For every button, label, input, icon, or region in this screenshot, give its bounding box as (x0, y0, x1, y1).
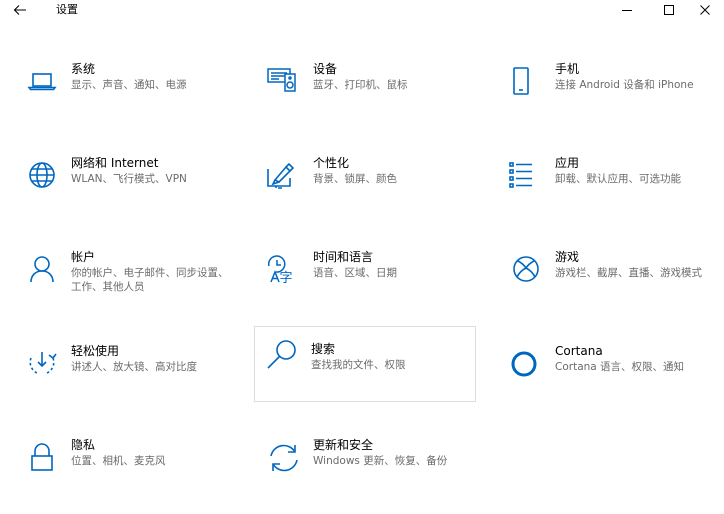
tile-description: 显示、声音、通知、电源 (71, 79, 187, 91)
tile-title: 更新和安全 (313, 438, 374, 452)
tile-description: 背景、锁屏、颜色 (313, 173, 397, 185)
tile-title: 游戏 (555, 250, 580, 264)
phone-icon (506, 66, 546, 106)
settings-window: 设置 系统 显示、声音、通知、电源 设备 蓝牙、打印机、鼠标 手机 连接 And… (0, 0, 724, 514)
lock-icon (22, 442, 62, 482)
tile-title: 设备 (313, 62, 338, 76)
tile-system[interactable]: 系统 显示、声音、通知、电源 (14, 56, 236, 132)
minimize-icon (622, 10, 632, 11)
maximize-icon (664, 5, 674, 15)
close-icon (700, 5, 710, 15)
tile-phone[interactable]: 手机 连接 Android 设备和 iPhone (498, 56, 720, 132)
tile-title: 系统 (71, 62, 96, 76)
tile-apps[interactable]: 应用 卸载、默认应用、可选功能 (498, 150, 720, 226)
tile-title: 应用 (555, 156, 580, 170)
cortana-icon (506, 348, 546, 388)
tile-description: 卸载、默认应用、可选功能 (555, 173, 681, 185)
xbox-icon (506, 254, 546, 294)
tile-title: Cortana (555, 344, 603, 358)
tile-description: 游戏栏、截屏、直播、游戏模式 (555, 267, 702, 279)
back-button[interactable] (8, 0, 32, 20)
tile-description: 讲述人、放大镜、高对比度 (71, 361, 197, 373)
back-arrow-icon (13, 5, 26, 15)
tile-title: 隐私 (71, 438, 96, 452)
tile-description: 语音、区域、日期 (313, 267, 397, 279)
globe-icon (22, 160, 62, 200)
personalization-icon (264, 160, 304, 200)
sync-icon (264, 442, 304, 482)
tile-network[interactable]: 网络和 Internet WLAN、飞行模式、VPN (14, 150, 236, 226)
tile-description: 连接 Android 设备和 iPhone (555, 79, 694, 91)
tile-ease-of-access[interactable]: 轻松使用 讲述人、放大镜、高对比度 (14, 338, 236, 414)
tile-title: 时间和语言 (313, 250, 374, 264)
tile-title: 手机 (555, 62, 580, 76)
tile-description: Windows 更新、恢复、备份 (313, 455, 448, 467)
tile-description: WLAN、飞行模式、VPN (71, 173, 187, 185)
window-title: 设置 (56, 3, 78, 16)
tile-devices[interactable]: 设备 蓝牙、打印机、鼠标 (256, 56, 478, 132)
tile-title: 搜索 (311, 342, 336, 356)
tile-update-security[interactable]: 更新和安全 Windows 更新、恢复、备份 (256, 432, 478, 508)
title-bar: 设置 (0, 0, 724, 22)
tile-title: 个性化 (313, 156, 350, 170)
person-icon (22, 254, 62, 294)
tile-cortana[interactable]: Cortana Cortana 语言、权限、通知 (498, 338, 720, 414)
search-icon (262, 337, 302, 377)
tile-title: 帐户 (71, 250, 96, 264)
tile-title: 轻松使用 (71, 344, 120, 358)
apps-list-icon (506, 160, 546, 200)
maximize-button[interactable] (652, 0, 686, 20)
tile-description: 查找我的文件、权限 (311, 359, 406, 371)
ease-of-access-icon (22, 348, 62, 388)
tile-description: 位置、相机、麦克风 (71, 455, 166, 467)
tile-time-language[interactable]: 字 时间和语言 语音、区域、日期 (256, 244, 478, 320)
tile-gaming[interactable]: 游戏 游戏栏、截屏、直播、游戏模式 (498, 244, 720, 320)
tile-description: Cortana 语言、权限、通知 (555, 361, 685, 373)
tile-search[interactable]: 搜索 查找我的文件、权限 (254, 326, 476, 402)
laptop-icon (22, 66, 62, 106)
minimize-button[interactable] (610, 0, 644, 20)
devices-icon (264, 66, 304, 106)
time-language-icon: 字 (264, 254, 304, 294)
svg-text:字: 字 (280, 271, 293, 286)
tile-description: 蓝牙、打印机、鼠标 (313, 79, 408, 91)
tile-personalization[interactable]: 个性化 背景、锁屏、颜色 (256, 150, 478, 226)
tile-accounts[interactable]: 帐户 你的帐户、电子邮件、同步设置、工作、其他人员 (14, 244, 236, 320)
tile-privacy[interactable]: 隐私 位置、相机、麦克风 (14, 432, 236, 508)
tile-description: 你的帐户、电子邮件、同步设置、工作、其他人员 (71, 267, 229, 293)
close-button[interactable] (688, 0, 722, 20)
tile-title: 网络和 Internet (71, 156, 159, 170)
